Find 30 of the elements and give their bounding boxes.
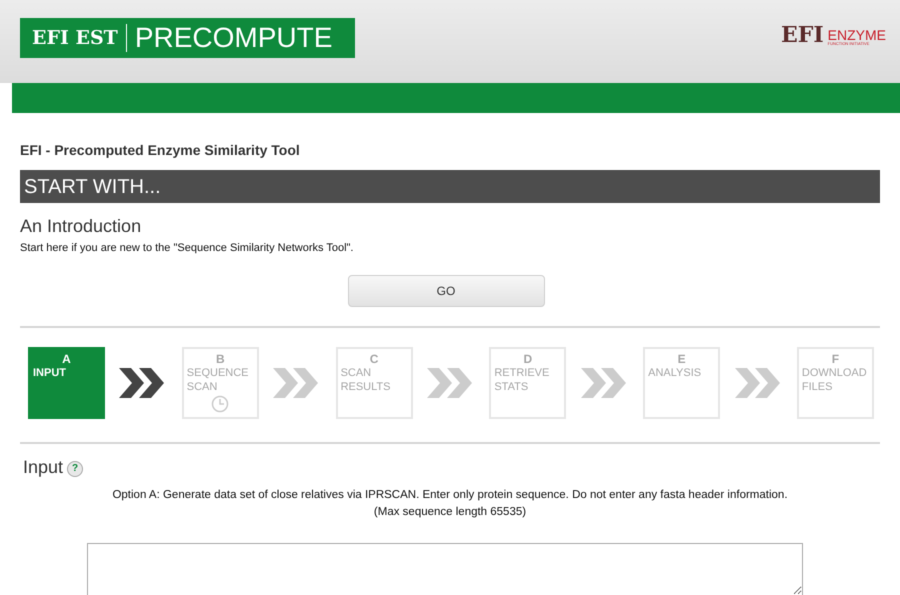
chevron-icon: [426, 368, 475, 398]
step-label: RETRIEVE STATS: [494, 366, 550, 394]
page-title: EFI - Precomputed Enzyme Similarity Tool: [20, 141, 301, 160]
go-button[interactable]: GO: [348, 274, 544, 306]
logo-title: PRECOMPUTE: [126, 24, 332, 52]
step-label: SEQUENCE SCAN: [186, 366, 250, 394]
input-heading: Input: [23, 456, 64, 479]
step-label: INPUT: [33, 366, 67, 380]
intro-heading: An Introduction: [20, 215, 142, 238]
step-label: ANALYSIS: [648, 366, 702, 380]
logo-mark: EFI: [780, 24, 824, 46]
chevron-icon: [734, 368, 783, 398]
step-letter: D: [524, 352, 532, 366]
step-label: DOWNLOAD FILES: [802, 366, 868, 394]
intro-text: Start here if you are new to the "Sequence Similarity Networks Tool".: [20, 241, 354, 256]
step-letter: F: [832, 352, 840, 366]
step-letter: A: [62, 352, 71, 366]
option-text: Option A: Generate data set of close relatives via IPRSCAN. Enter only protein sequence. Do not enter any fasta header information.: [111, 488, 789, 502]
limit-text: (Max sequence length 65535): [372, 504, 528, 520]
sequence-field[interactable]: [87, 543, 803, 595]
logo-name: ENZYME: [828, 28, 886, 42]
logo-mark: EFI EST: [32, 26, 118, 51]
step-letter: C: [370, 352, 378, 366]
section-bar: START WITH...: [20, 170, 880, 203]
step-letter: B: [216, 352, 225, 366]
clock-icon: [211, 394, 230, 412]
help-button[interactable]: ?: [67, 460, 84, 476]
step-label: SCAN RESULTS: [340, 366, 392, 394]
step-letter: E: [678, 352, 686, 366]
chevron-icon: [580, 368, 629, 398]
